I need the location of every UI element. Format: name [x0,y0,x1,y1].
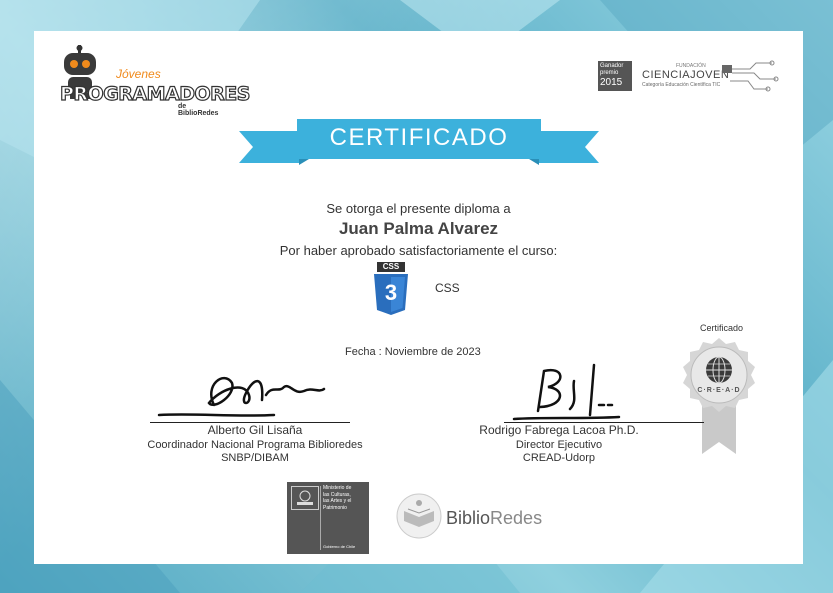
seal-text: C·R·E·A·D [697,387,741,394]
award-box: Ganador premio 2015 [598,61,632,91]
brand-name: CIENCIAJOVEN [642,69,730,81]
recipient-name: Juan Palma Alvarez [338,219,499,238]
course-name: CSS [435,281,460,295]
course-intro-text: Por haber aprobado satisfactoriamente el… [279,243,558,258]
circuit-icon [722,60,779,92]
brand-sub: de BiblioRedes [178,103,219,117]
award-line1: Ganador [600,63,624,69]
biblioredes-part2: Redes [490,508,543,528]
ministerio-line3: las Artes y el [323,498,352,504]
ciencia-joven-logo: Ganador premio 2015 FUNDACIÓN CIENCIAJOV… [594,57,784,97]
signer-left-org: SNBP/DIBAM [221,452,289,464]
css-logo-number: 3 [384,280,398,305]
award-line2: premio [600,70,619,76]
jovenes-programadores-logo: Jóvenes PROGRAMADORES de BiblioRedes [54,41,251,117]
biblioredes-logo: BiblioRedes [394,491,564,541]
ribbon: CERTIFICADO [239,119,599,165]
signer-left-role: Coordinador Nacional Programa Bibliorede… [147,439,363,451]
ministerio-logo: Ministerio de las Culturas, las Artes y … [287,482,369,554]
ministerio-line4: Patrimonio [323,504,347,511]
ministerio-divider [320,486,321,550]
ministerio-line1: Ministerio de [323,485,352,491]
ministerio-text: Ministerio de las Culturas, las Artes y … [323,485,351,511]
css-logo-label: CSS [377,262,405,272]
ministerio-footer: Gobierno de Chile [323,544,356,549]
globe-icon [706,356,732,384]
css-logo: CSS 3 [372,262,410,316]
signature-right [512,363,621,421]
signer-left-name: Alberto Gil Lisaña [207,423,303,437]
brand-top: Jóvenes [116,67,161,81]
shield-icon [297,490,313,505]
biblioredes-wordmark: BiblioRedes [446,508,542,529]
signer-right-name: Rodrigo Fabrega Lacoa Ph.D. [479,423,639,437]
book-icon [396,493,442,539]
intro-text: Se otorga el presente diploma a [326,201,511,216]
brand-caption: Categoría Educación Científica TIC [642,82,721,88]
signer-right-org: CREAD-Udorp [522,452,596,464]
brand-main: PROGRAMADORES [59,82,251,105]
signer-right-role: Director Ejecutivo [515,439,603,451]
ministerio-emblem [291,486,319,510]
ribbon-title: CERTIFICADO [329,124,509,151]
cread-seal: C·R·E·A·D [680,336,758,456]
award-year: 2015 [600,77,623,88]
signature-left [157,376,326,417]
certificate-paper: Jóvenes PROGRAMADORES de BiblioRedes Gan… [34,31,803,564]
seal-label: Certificado [700,323,744,333]
biblioredes-part1: Biblio [446,508,491,528]
date-text: Fecha : Noviembre de 2023 [345,346,481,358]
